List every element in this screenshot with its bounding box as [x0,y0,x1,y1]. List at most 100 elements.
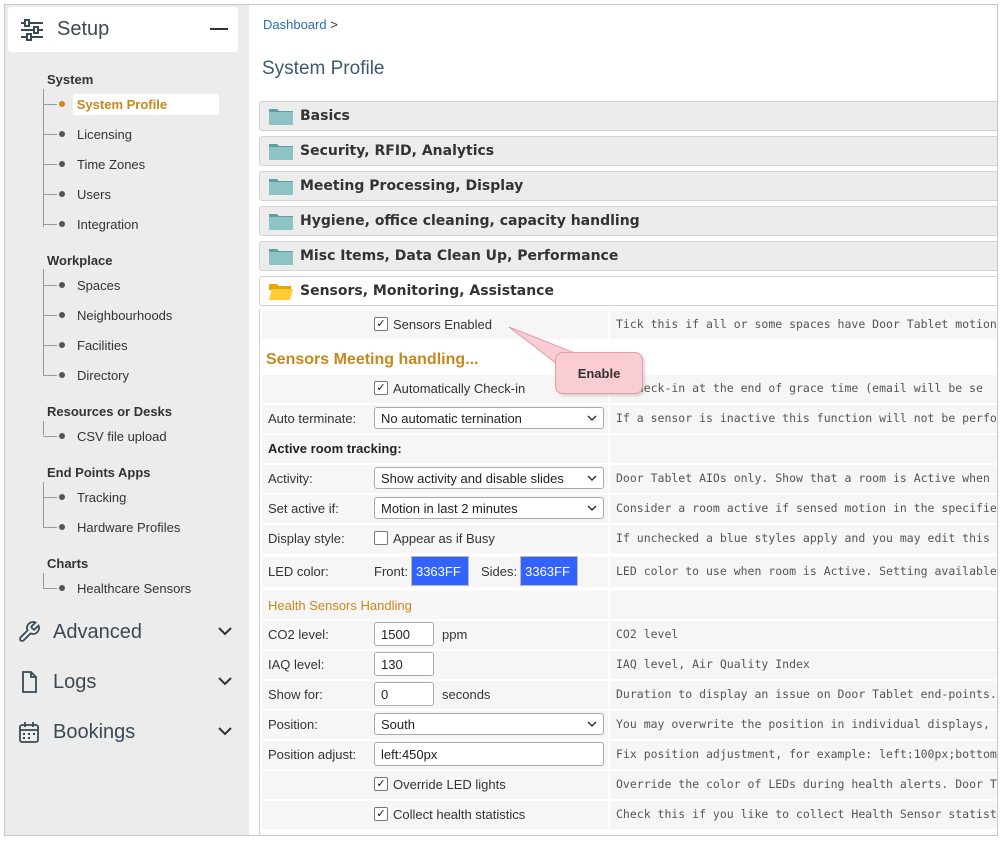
auto-terminate-select[interactable]: No automatic ternination [374,407,604,429]
row-display-style: Display style: Appear as if Busy If unch… [260,523,997,553]
group-title-charts: Charts [47,556,89,571]
bullet-icon [59,312,65,318]
unit-label: seconds [442,686,491,702]
checkbox-label: Appear as if Busy [393,530,495,546]
panel-title: Meeting Processing, Display [300,178,524,194]
panel-sensors[interactable]: Sensors, Monitoring, Assistance [259,276,997,306]
setup-header[interactable]: Setup [8,7,238,52]
sidebar: Setup System System Profile Licensing Ti… [5,5,249,835]
position-select[interactable]: South [374,713,604,735]
row-collect-stats: ✓ Collect health statistics Check this i… [260,799,997,829]
field-description: Fix position adjustment, for example: le… [608,739,997,769]
sides-label: Sides: [480,563,518,579]
chevron-down-icon [587,505,597,512]
chevron-down-icon [218,677,232,686]
set-active-select[interactable]: Motion in last 2 minutes [374,497,604,519]
panel-basics[interactable]: Basics [259,101,997,131]
show-for-input[interactable]: 0 [374,682,434,706]
sidebar-item-label: Neighbourhoods [77,307,173,323]
position-adjust-input[interactable]: left:450px [374,742,604,766]
breadcrumb-separator: > [330,17,338,32]
folder-closed-icon [269,179,293,195]
callout-enable: Enable [555,352,643,394]
sidebar-item-label: Time Zones [77,156,146,172]
sidebar-item-label: Hardware Profiles [77,519,181,535]
sidebar-item-system-profile[interactable]: System Profile [43,92,219,116]
field-label: Set active if: [268,501,339,516]
led-front-color-input[interactable]: 3363FF [410,556,469,586]
row-position: Position: South You may overwrite the po… [260,709,997,739]
section-heading-active-tracking: Active room tracking: [268,441,402,456]
app-window: Setup System System Profile Licensing Ti… [4,4,998,836]
activity-select[interactable]: Show activity and disable slides [374,467,604,489]
folder-closed-icon [269,214,293,230]
sidebar-item-csv-upload[interactable]: CSV file upload [43,424,219,448]
panel-title: Basics [300,108,350,124]
row-activity: Activity: Show activity and disable slid… [260,463,997,493]
sidebar-item-integration[interactable]: Integration [43,212,219,236]
bullet-icon [59,585,65,591]
sidebar-item-licensing[interactable]: Licensing [43,122,219,146]
breadcrumb: Dashboard > [263,17,338,32]
bullet-icon [59,161,65,167]
collapse-icon[interactable] [210,28,228,30]
folder-open-icon [269,284,293,300]
panel-title: Misc Items, Data Clean Up, Performance [300,248,619,264]
calendar-icon [19,722,39,743]
sidebar-item-label: Directory [77,367,130,383]
checkbox-label: Collect health statistics [393,806,526,822]
group-title-resources: Resources or Desks [47,404,173,419]
sensors-enabled-checkbox[interactable]: ✓ [374,317,388,331]
co2-input[interactable]: 1500 [374,622,434,646]
sidebar-item-hardware-profiles[interactable]: Hardware Profiles [43,515,219,539]
row-position-adjust: Position adjust: left:450px Fix position… [260,739,997,769]
select-value: South [381,716,415,732]
section-bookings[interactable]: Bookings [17,717,237,747]
group-title-workplace: Workplace [47,253,113,268]
field-description: You may overwrite the position in indivi… [608,709,997,739]
checkbox-label: Override LED lights [393,776,506,792]
sidebar-item-label: Healthcare Sensors [77,580,192,596]
panel-title: Security, RFID, Analytics [300,143,495,159]
group-title-system: System [47,72,94,87]
breadcrumb-dashboard-link[interactable]: Dashboard [263,17,327,32]
field-description: LED color to use when room is Active. Se… [608,555,997,587]
field-description: Door Tablet AIOs only. Show that a room … [608,463,997,493]
sidebar-item-time-zones[interactable]: Time Zones [43,152,219,176]
field-description: CO2 level [608,619,997,649]
chevron-down-icon [587,415,597,422]
sidebar-item-tracking[interactable]: Tracking [43,485,219,509]
sidebar-item-directory[interactable]: Directory [43,363,219,387]
sliders-icon [21,18,43,41]
chevron-down-icon [587,475,597,482]
section-advanced[interactable]: Advanced [17,617,237,647]
field-description: Check this if you like to collect Health… [608,799,997,829]
panel-misc[interactable]: Misc Items, Data Clean Up, Performance [259,241,997,271]
sidebar-item-users[interactable]: Users [43,182,219,206]
collect-stats-checkbox[interactable]: ✓ [374,807,388,821]
panel-meeting-processing[interactable]: Meeting Processing, Display [259,171,997,201]
iaq-input[interactable]: 130 [374,652,434,676]
bullet-icon [58,101,65,107]
sidebar-item-facilities[interactable]: Facilities [43,333,219,357]
led-sides-color-input[interactable]: 3363FF [520,556,579,586]
section-label: Logs [53,670,97,693]
panel-hygiene[interactable]: Hygiene, office cleaning, capacity handl… [259,206,997,236]
folder-closed-icon [269,249,293,265]
section-logs[interactable]: Logs [17,667,237,697]
page-title: System Profile [262,58,385,79]
field-description: Consider a room active if sensed motion … [608,493,997,523]
sidebar-item-label: Integration [77,216,139,232]
sidebar-item-neighbourhoods[interactable]: Neighbourhoods [43,303,219,327]
section-heading-health: Health Sensors Handling [268,598,412,613]
panel-security[interactable]: Security, RFID, Analytics [259,136,997,166]
auto-checkin-checkbox[interactable]: ✓ [374,381,388,395]
appear-busy-checkbox[interactable] [374,531,388,545]
sidebar-item-healthcare-sensors[interactable]: Healthcare Sensors [43,576,219,600]
folder-closed-icon [269,144,293,160]
field-description: Tick this if all or some spaces have Doo… [608,309,997,339]
row-iaq: IAQ level: 130 IAQ level, Air Quality In… [260,649,997,679]
override-led-checkbox[interactable]: ✓ [374,777,388,791]
sidebar-item-spaces[interactable]: Spaces [43,273,219,297]
panel-title: Sensors, Monitoring, Assistance [300,283,554,299]
